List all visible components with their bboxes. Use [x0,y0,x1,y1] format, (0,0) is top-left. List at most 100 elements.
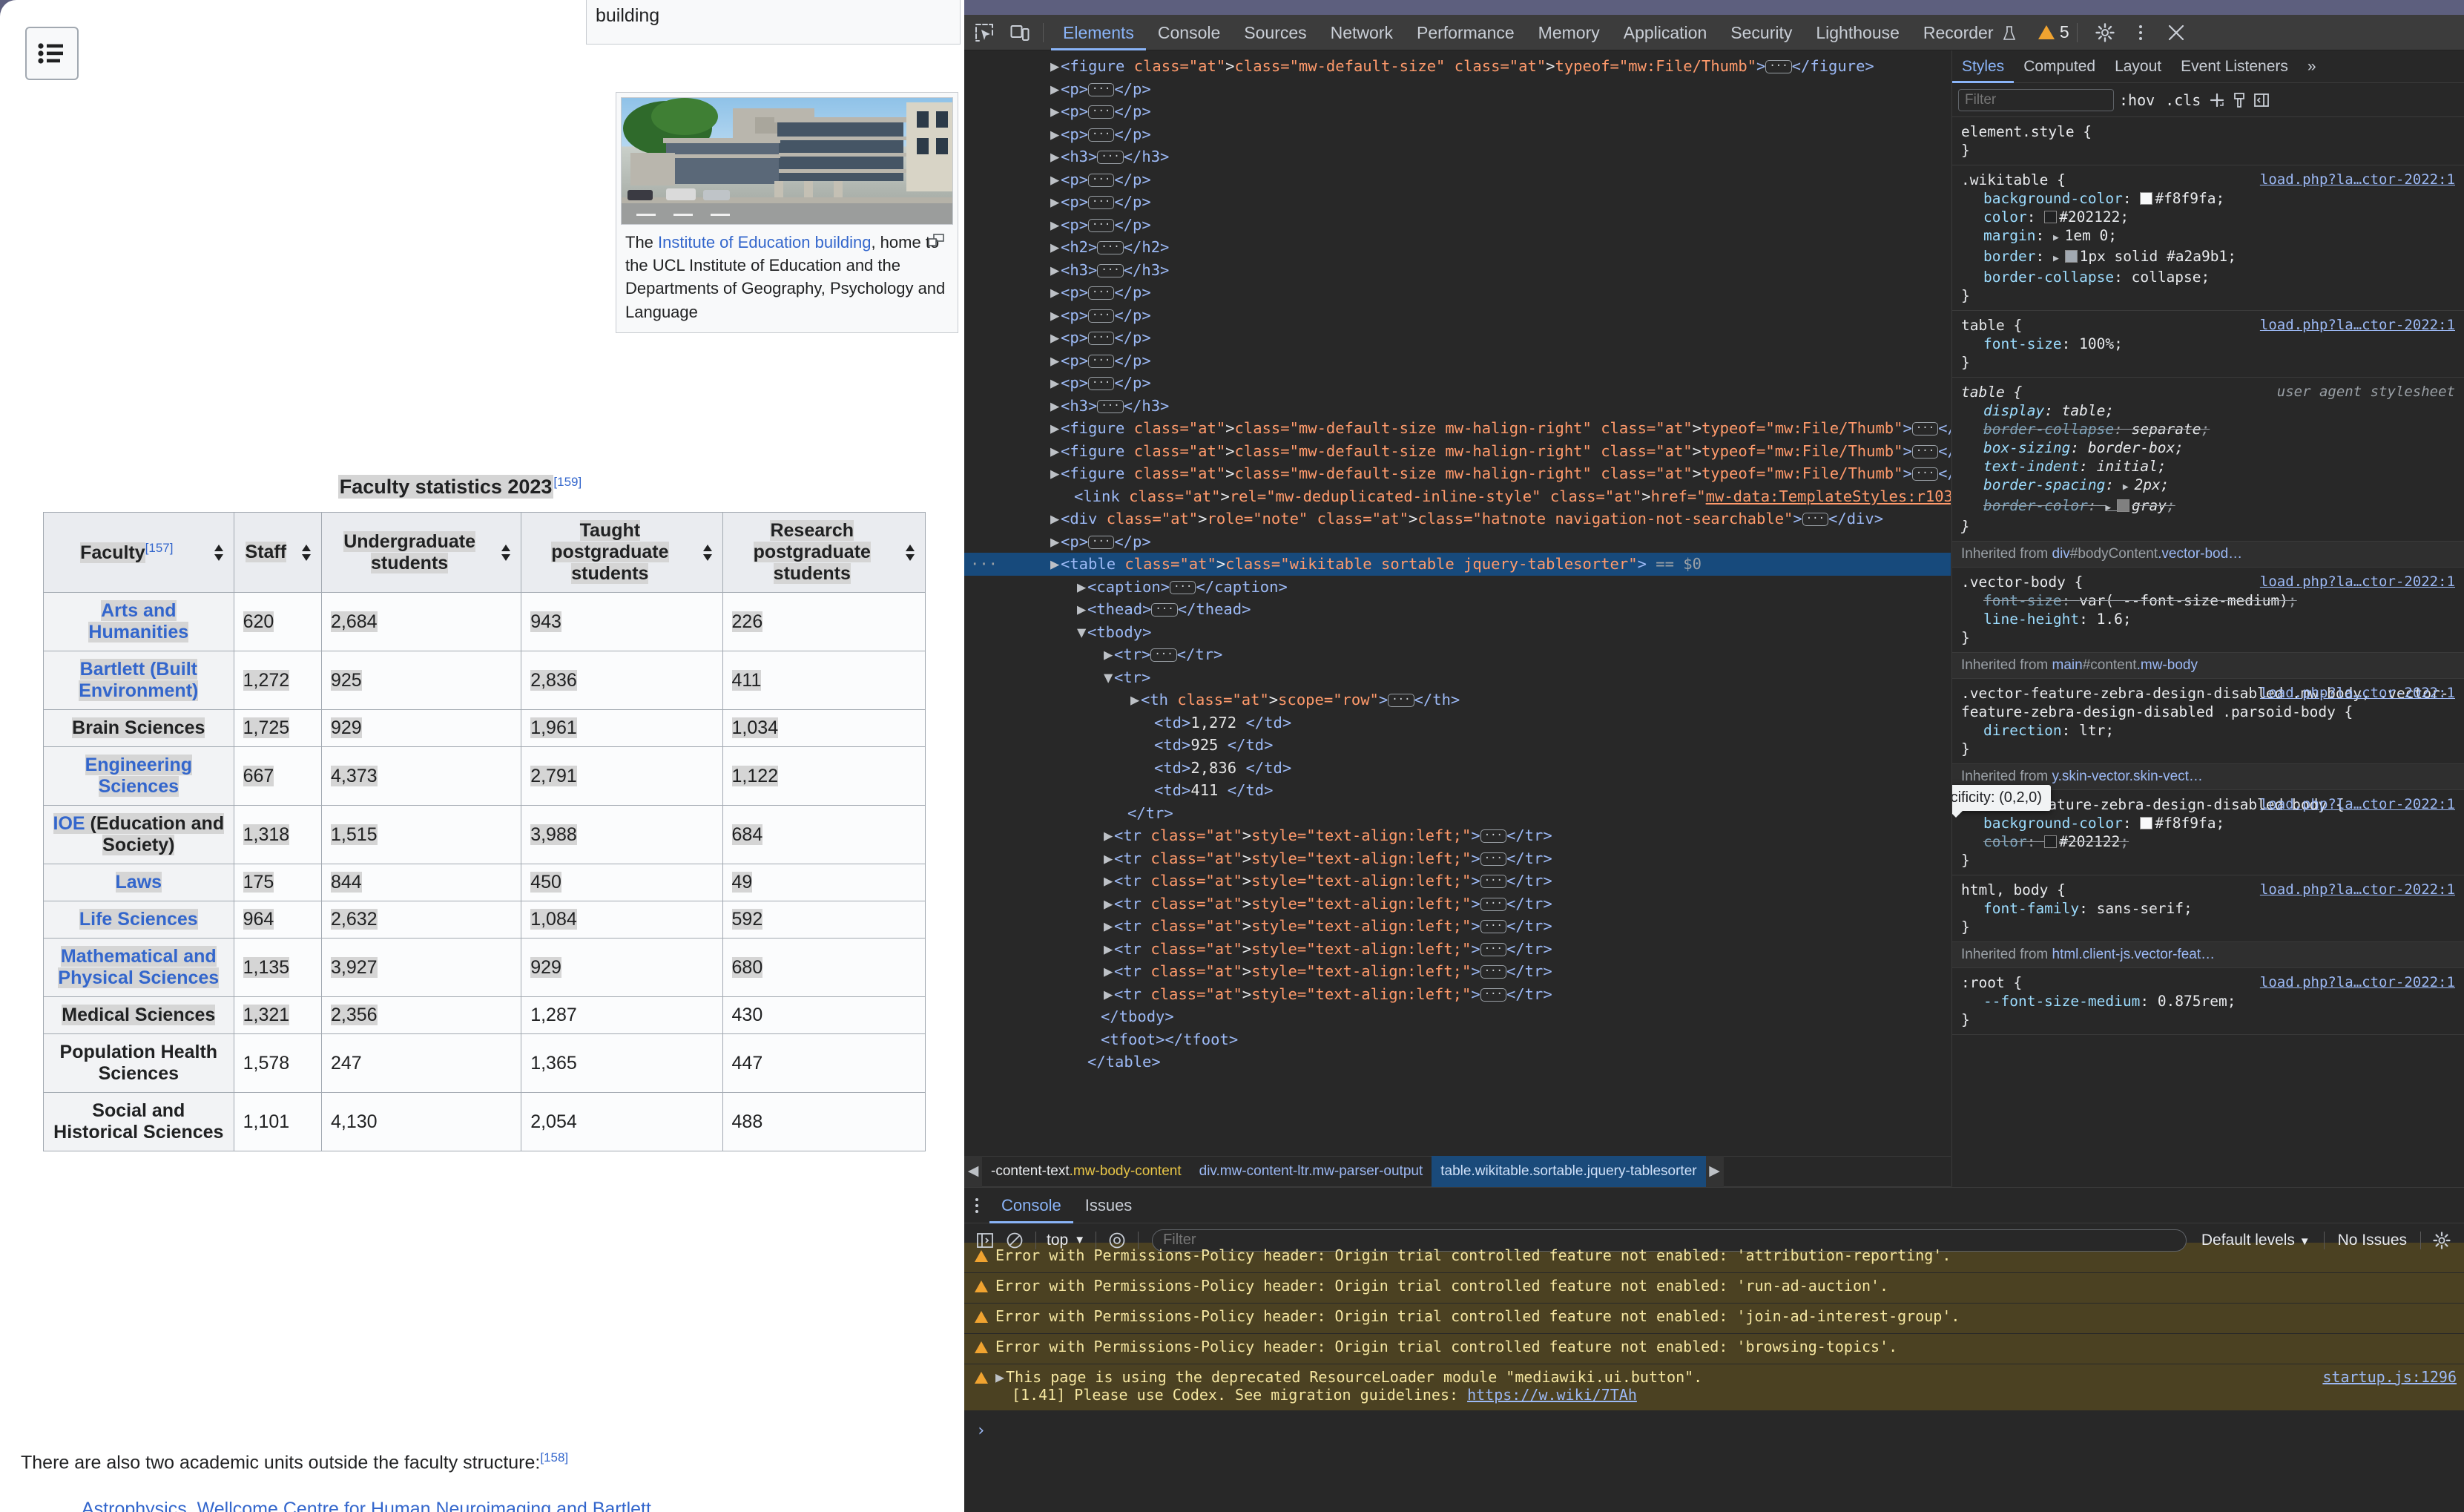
dom-node[interactable]: ▶<tr class="at">style="text-align:left;"… [964,824,1951,847]
dom-node-selected[interactable]: ··· ▶<table class="at">class="wikitable s… [964,553,1951,576]
tab-application[interactable]: Application [1612,15,1719,50]
breadcrumb-scroll-left-icon[interactable]: ◀ [964,1156,982,1187]
dom-node[interactable]: ▶<tr class="at">style="text-align:left;"… [964,960,1951,983]
triangle-right-icon[interactable]: ▶ [1050,349,1061,372]
column-header-undergraduate-students[interactable]: Undergraduate students [320,512,522,593]
expand-ellipsis-icon[interactable]: ··· [1088,82,1115,96]
tab-security[interactable]: Security [1719,15,1804,50]
tab-memory[interactable]: Memory [1526,15,1612,50]
faculty-link[interactable]: Arts and Humanities [88,600,189,642]
css-declaration[interactable]: font-size: 100%; [1961,335,2457,353]
expand-ellipsis-icon[interactable]: ··· [1097,399,1124,413]
css-property-value[interactable]: border-box [2088,439,2175,456]
dom-node[interactable]: ▶<div class="at">role="note" class="at">… [964,507,1951,530]
triangle-right-icon[interactable]: ▶ [1104,870,1114,893]
triangle-right-icon[interactable]: ▶ [1050,259,1061,282]
dom-node[interactable]: ▶<thead> ··· </thead> [964,598,1951,621]
color-swatch[interactable] [2140,817,2153,829]
dom-node[interactable]: ▶<tr class="at">style="text-align:left;"… [964,893,1951,916]
sort-icon[interactable] [300,543,312,562]
expand-ellipsis-icon[interactable]: ··· [1480,897,1506,911]
drawer-tab-console[interactable]: Console [989,1188,1073,1223]
expand-ellipsis-icon[interactable]: ··· [1480,852,1506,866]
dom-node[interactable]: ▶<figure class="at">class="mw-default-si… [964,55,1951,78]
column-header-research-postgraduate-students[interactable]: Research postgraduate students [722,512,926,593]
expand-ellipsis-icon[interactable]: ··· [1480,920,1506,933]
css-origin-link[interactable]: load.php?la…ctor-2022:1 [2260,171,2455,189]
css-property-value[interactable]: separate [2132,421,2201,438]
expand-ellipsis-icon[interactable]: ··· [1088,332,1115,345]
sort-icon[interactable] [904,543,916,562]
tab-console[interactable]: Console [1146,15,1232,50]
after-table-list-item[interactable]: Astrophysics, Wellcome Centre for Human … [82,1499,897,1512]
dom-node[interactable]: ▶<h3> ··· </h3> [964,145,1951,168]
triangle-right-icon[interactable]: ▶ [1050,236,1061,259]
css-rule[interactable]: .wikitable {load.php?la…ctor-2022:1 backg… [1952,165,2464,311]
css-declaration[interactable]: border-spacing: ▶ 2px; [1961,476,2457,496]
dom-node[interactable]: ▼<tbody> [964,621,1951,644]
expand-ellipsis-icon[interactable]: ··· [1480,942,1506,956]
css-declaration[interactable]: border-collapse: separate; [1961,420,2457,438]
css-declaration[interactable]: margin: ▶ 1em 0; [1961,226,2457,247]
css-property-value[interactable]: initial [2097,458,2158,475]
css-rule[interactable]: table {load.php?la…ctor-2022:1 font-size:… [1952,311,2464,378]
dom-node[interactable]: <td>411 </td> [964,779,1951,802]
expand-ellipsis-icon[interactable]: ··· [1088,309,1115,323]
triangle-right-icon[interactable]: ▶ [1050,553,1061,576]
css-declaration[interactable]: border: ▶ 1px solid #a2a9b1; [1961,247,2457,268]
triangle-right-icon[interactable]: ▶ [1050,440,1061,463]
color-swatch[interactable] [2044,211,2058,223]
css-property-value[interactable]: 2px [2135,476,2161,493]
breadcrumb-item-0[interactable]: -content-text.mw-body-content [982,1156,1190,1187]
dom-node[interactable]: ▶<p> ··· </p> [964,281,1951,304]
drawer-tab-issues[interactable]: Issues [1073,1188,1144,1223]
css-declaration[interactable]: border-color: ▶ gray; [1961,496,2457,517]
triangle-right-icon[interactable]: ▶ [1050,417,1061,440]
sort-icon[interactable] [702,543,714,562]
breadcrumb-item-1[interactable]: div.mw-content-ltr.mw-parser-output [1190,1156,1432,1187]
css-declaration[interactable]: border-collapse: collapse; [1961,268,2457,286]
tab-performance[interactable]: Performance [1405,15,1526,50]
dom-node[interactable]: ▶<p> ··· </p> [964,123,1951,146]
dom-node[interactable]: ▶<th class="at">scope="row"> ··· </th> [964,688,1951,711]
table-caption-ref[interactable]: [159] [553,475,582,489]
tab-lighthouse[interactable]: Lighthouse [1804,15,1911,50]
css-rule[interactable]: element.style {} [1952,117,2464,165]
dom-node[interactable]: ▶<caption> ··· </caption> [964,576,1951,599]
faculty-link[interactable]: Mathematical and Physical Sciences [58,946,220,988]
css-declaration[interactable]: color: #202122; [1961,208,2457,226]
dom-node[interactable]: ▶<tr class="at">style="text-align:left;"… [964,915,1951,938]
color-swatch[interactable] [2140,192,2153,205]
css-declaration[interactable]: --font-size-medium: 0.875rem; [1961,992,2457,1010]
kebab-menu-icon[interactable] [2125,17,2156,48]
css-declaration[interactable]: color: #202122; [1961,832,2457,851]
dom-node[interactable]: ▶<p> ··· </p> [964,100,1951,123]
dom-node[interactable]: ▶<tr> ··· </tr> [964,643,1951,666]
expand-ellipsis-icon[interactable]: ··· [1097,263,1124,277]
css-property-value[interactable]: collapse [2132,269,2201,286]
css-property-value[interactable]: #f8f9fa [2155,190,2216,207]
triangle-right-icon[interactable]: ▶ [1077,576,1087,599]
triangle-right-icon[interactable]: ▶ [1050,326,1061,349]
expand-ellipsis-icon[interactable]: ··· [1088,105,1115,119]
tab-computed[interactable]: Computed [2014,50,2105,83]
css-origin-link[interactable]: load.php?la…ctor-2022:1 [2260,573,2455,591]
dom-node[interactable]: ▶<p> ··· </p> [964,214,1951,237]
triangle-right-icon[interactable]: ▶ [995,1368,1006,1386]
triangle-right-icon[interactable]: ▶ [1050,395,1061,418]
css-property-value[interactable]: 1em 0 [2065,227,2109,244]
triangle-right-icon[interactable]: ▶ [1050,530,1061,553]
expand-ellipsis-icon[interactable]: ··· [1911,444,1939,458]
breadcrumb-scroll-right-icon[interactable]: ▶ [1705,1156,1724,1187]
expand-ellipsis-icon[interactable]: ··· [1388,694,1414,707]
css-selector[interactable]: html, body { [1961,881,2066,898]
css-origin-link[interactable]: load.php?la…ctor-2022:1 [2260,973,2455,992]
color-swatch[interactable] [2117,499,2130,512]
device-toolbar-icon[interactable] [1004,17,1035,48]
sort-icon[interactable] [500,543,512,562]
css-property-value[interactable]: #202122 [2059,208,2120,226]
header-ref-faculty[interactable]: [157] [145,541,174,555]
column-header-taught-postgraduate-students[interactable]: Taught postgraduate students [521,512,723,593]
dom-node[interactable]: </table> [964,1051,1951,1074]
triangle-right-icon[interactable]: ▶ [1050,123,1061,146]
